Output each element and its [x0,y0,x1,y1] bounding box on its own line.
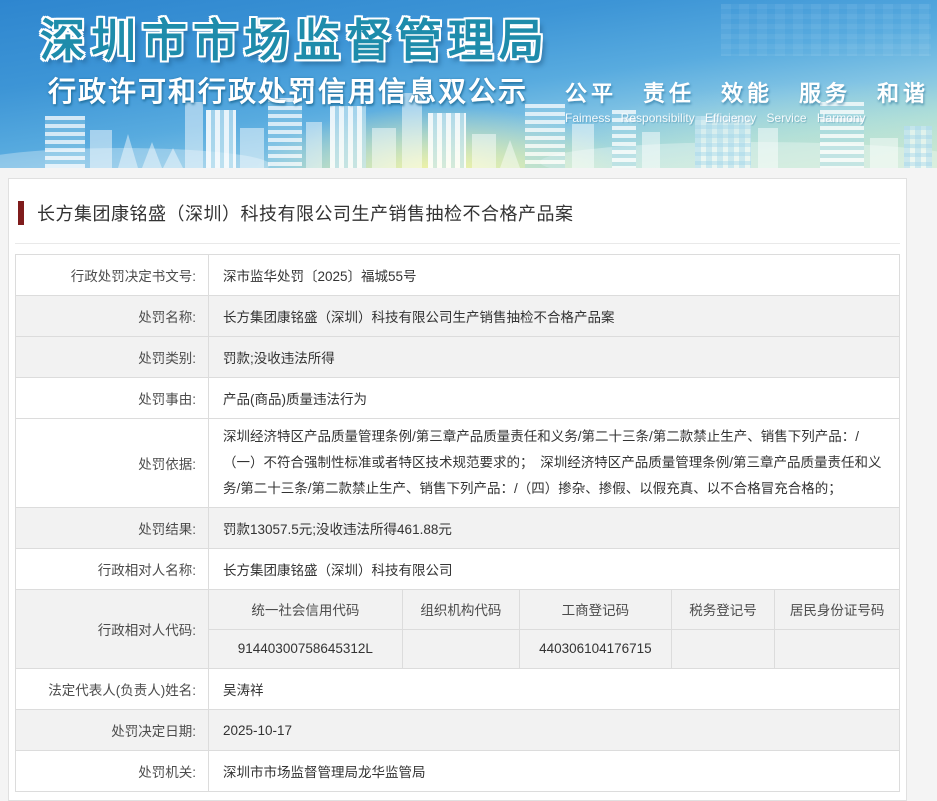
row-value: 2025-10-17 [209,710,900,751]
party-codes-subtable-cell: 统一社会信用代码 组织机构代码 工商登记码 税务登记号 居民身份证号码 9144… [209,590,900,669]
code-col-header: 统一社会信用代码 [209,590,402,629]
table-row-penalty-reason: 处罚事由: 产品(商品)质量违法行为 [16,378,900,419]
row-label: 处罚类别: [16,337,209,378]
code-value [402,629,519,668]
row-label: 处罚决定日期: [16,710,209,751]
row-value: 产品(商品)质量违法行为 [209,378,900,419]
slogan-block: 公平 责任 效能 服务 和谐 Faimess Responsibility Ef… [565,76,929,125]
row-value: 深市监华处罚〔2025〕福城55号 [209,255,900,296]
row-label: 处罚结果: [16,508,209,549]
table-row-party-name: 行政相对人名称: 长方集团康铭盛（深圳）科技有限公司 [16,549,900,590]
row-value: 深圳市市场监督管理局龙华监管局 [209,751,900,792]
code-value: 91440300758645312L [209,629,402,668]
banner-window-decoration [721,4,931,56]
row-label: 行政相对人名称: [16,549,209,590]
slogan-chinese: 公平 责任 效能 服务 和谐 [565,76,929,108]
case-title-text: 长方集团康铭盛（深圳）科技有限公司生产销售抽检不合格产品案 [37,200,574,226]
row-value: 吴涛祥 [209,669,900,710]
row-value: 长方集团康铭盛（深圳）科技有限公司 [209,549,900,590]
row-value: 罚款;没收违法所得 [209,337,900,378]
row-label: 行政相对人代码: [16,590,209,669]
code-col-header: 税务登记号 [671,590,775,629]
table-row-penalty-name: 处罚名称: 长方集团康铭盛（深圳）科技有限公司生产销售抽检不合格产品案 [16,296,900,337]
row-label: 处罚机关: [16,751,209,792]
code-value: 440306104176715 [519,629,671,668]
table-row-decision-number: 行政处罚决定书文号: 深市监华处罚〔2025〕福城55号 [16,255,900,296]
code-value [775,629,899,668]
penalty-info-table: 行政处罚决定书文号: 深市监华处罚〔2025〕福城55号 处罚名称: 长方集团康… [15,254,900,792]
sub-banner-title: 行政许可和行政处罚信用信息双公示 [48,70,528,110]
party-codes-subtable: 统一社会信用代码 组织机构代码 工商登记码 税务登记号 居民身份证号码 9144… [209,590,899,668]
title-accent-bar [18,201,24,225]
code-header-row: 统一社会信用代码 组织机构代码 工商登记码 税务登记号 居民身份证号码 [209,590,899,629]
code-value [671,629,775,668]
table-row-penalty-result: 处罚结果: 罚款13057.5元;没收违法所得461.88元 [16,508,900,549]
row-label: 处罚依据: [16,419,209,508]
site-banner: 深圳市市场监督管理局 行政许可和行政处罚信用信息双公示 公平 责任 效能 服务 … [0,0,937,168]
row-value: 长方集团康铭盛（深圳）科技有限公司生产销售抽检不合格产品案 [209,296,900,337]
code-col-header: 居民身份证号码 [775,590,899,629]
row-label: 处罚事由: [16,378,209,419]
table-row-decision-date: 处罚决定日期: 2025-10-17 [16,710,900,751]
agency-title: 深圳市市场监督管理局 [40,4,550,69]
code-col-header: 工商登记码 [519,590,671,629]
row-label: 行政处罚决定书文号: [16,255,209,296]
slogan-english: Faimess Responsibility Efficiency Servic… [565,111,929,125]
table-row-legal-representative: 法定代表人(负责人)姓名: 吴涛祥 [16,669,900,710]
table-row-penalty-authority: 处罚机关: 深圳市市场监督管理局龙华监管局 [16,751,900,792]
table-row-penalty-category: 处罚类别: 罚款;没收违法所得 [16,337,900,378]
row-value: 深圳经济特区产品质量管理条例/第三章产品质量责任和义务/第二十三条/第二款禁止生… [209,419,900,508]
table-row-penalty-basis: 处罚依据: 深圳经济特区产品质量管理条例/第三章产品质量责任和义务/第二十三条/… [16,419,900,508]
row-label: 法定代表人(负责人)姓名: [16,669,209,710]
code-value-row: 91440300758645312L 440306104176715 [209,629,899,668]
case-title: 长方集团康铭盛（深圳）科技有限公司生产销售抽检不合格产品案 [15,179,900,244]
code-col-header: 组织机构代码 [402,590,519,629]
table-row-party-codes: 行政相对人代码: 统一社会信用代码 组织机构代码 工商登记码 税务登记号 居民身… [16,590,900,669]
content-panel: 长方集团康铭盛（深圳）科技有限公司生产销售抽检不合格产品案 行政处罚决定书文号:… [8,178,907,801]
row-label: 处罚名称: [16,296,209,337]
row-value: 罚款13057.5元;没收违法所得461.88元 [209,508,900,549]
